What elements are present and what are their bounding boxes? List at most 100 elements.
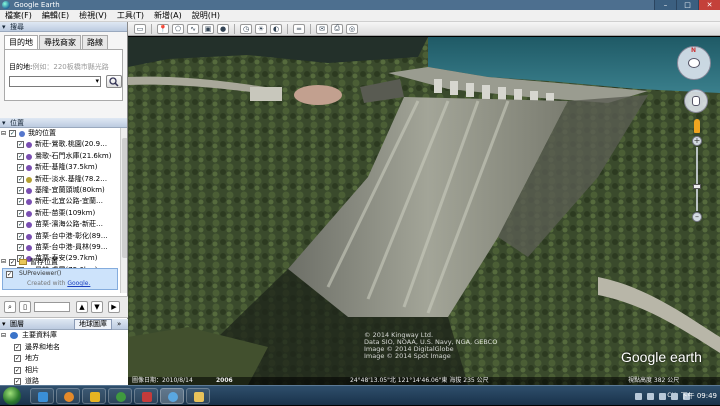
polygon-icon[interactable]: ⬠ bbox=[172, 23, 184, 34]
place-checkbox[interactable]: ✓ bbox=[17, 243, 24, 251]
taskbar-firefox-icon[interactable] bbox=[56, 388, 80, 404]
place-checkbox[interactable]: ✓ bbox=[17, 152, 24, 160]
zoom-track[interactable] bbox=[696, 147, 698, 211]
ruler-icon[interactable]: ═ bbox=[293, 23, 305, 34]
place-item[interactable]: ✓ 苗栗-台中港-員林(99… bbox=[0, 242, 120, 253]
move-control[interactable] bbox=[684, 89, 708, 113]
sunlight-icon[interactable]: ☀ bbox=[255, 23, 267, 34]
layers-tab[interactable]: 圖層 bbox=[10, 319, 24, 330]
taskbar-app-icon[interactable] bbox=[134, 388, 158, 404]
layer-checkbox[interactable]: ✓ bbox=[14, 355, 21, 362]
layer-item[interactable]: ✓ 相片 bbox=[0, 365, 128, 377]
close-button[interactable]: ✕ bbox=[698, 0, 720, 10]
move-down-icon[interactable]: ▼ bbox=[91, 301, 103, 313]
layer-item[interactable]: ✓ 地方 bbox=[0, 353, 128, 365]
historical-imagery-icon[interactable]: ◷ bbox=[240, 23, 252, 34]
email-icon[interactable]: ✉ bbox=[316, 23, 328, 34]
historical-year[interactable]: 2006 bbox=[216, 377, 233, 385]
place-item[interactable]: ✓ 新莊-淡水.基隆(78.2… bbox=[0, 174, 120, 185]
place-item[interactable]: ✓ 新莊-鶯歌.桃園(20.9… bbox=[0, 139, 120, 150]
system-clock[interactable]: 下午 09:49 bbox=[681, 386, 717, 406]
planets-icon[interactable]: ◐ bbox=[270, 23, 282, 34]
image-overlay-icon[interactable]: ▣ bbox=[202, 23, 214, 34]
zoom-out-button[interactable]: – bbox=[692, 212, 702, 222]
place-checkbox[interactable]: ✓ bbox=[17, 232, 24, 240]
north-indicator-icon[interactable]: N bbox=[691, 47, 696, 54]
my-places-root[interactable]: ⊟ ✓ 我的位置 bbox=[0, 128, 120, 139]
path-icon[interactable]: ∿ bbox=[187, 23, 199, 34]
layer-item[interactable]: ⊟ 主要資料庫 bbox=[0, 330, 128, 342]
menu-add[interactable]: 新增(A) bbox=[149, 10, 187, 22]
zoom-knob[interactable] bbox=[693, 184, 701, 189]
layer-checkbox[interactable]: ✓ bbox=[14, 343, 21, 351]
start-button[interactable] bbox=[3, 387, 21, 405]
place-checkbox[interactable]: ✓ bbox=[17, 175, 24, 183]
temp-places-checkbox[interactable]: ✓ bbox=[9, 259, 16, 266]
taskbar-chrome-icon[interactable] bbox=[108, 388, 132, 404]
layers-header[interactable]: ▾ 圖層 地球圖庫 » bbox=[0, 319, 128, 330]
record-tour-icon[interactable]: ● bbox=[217, 23, 229, 34]
place-checkbox[interactable]: ✓ bbox=[17, 209, 24, 217]
menu-tools[interactable]: 工具(T) bbox=[112, 10, 149, 22]
taskbar-google-earth-icon[interactable] bbox=[160, 388, 184, 404]
taskbar-ie-icon[interactable] bbox=[30, 388, 54, 404]
tray-icon[interactable] bbox=[647, 392, 654, 400]
menu-help[interactable]: 說明(H) bbox=[187, 10, 225, 22]
place-item[interactable]: ✓ 新莊-基隆(37.5km) bbox=[0, 162, 120, 173]
place-item[interactable]: ✓ 新莊-北宜公路-宜蘭… bbox=[0, 196, 120, 207]
collapse-icon[interactable]: ⊟ bbox=[1, 330, 6, 342]
placemark-icon[interactable]: 📍 bbox=[157, 23, 169, 34]
move-up-icon[interactable]: ▲ bbox=[76, 301, 88, 313]
search-places-icon[interactable]: ⌕ bbox=[4, 301, 16, 313]
tray-icon[interactable] bbox=[659, 392, 666, 400]
place-checkbox[interactable]: ✓ bbox=[17, 186, 24, 194]
place-checkbox[interactable]: ✓ bbox=[17, 198, 24, 206]
zoom-slider[interactable]: + – bbox=[692, 136, 702, 224]
selected-place-checkbox[interactable]: ✓ bbox=[6, 271, 13, 278]
search-section-header[interactable]: 搜尋 bbox=[0, 22, 127, 32]
network-icon[interactable] bbox=[671, 392, 678, 400]
menu-edit[interactable]: 編輯(E) bbox=[37, 10, 74, 22]
minimize-button[interactable]: – bbox=[654, 0, 676, 10]
expand-icon[interactable]: » bbox=[117, 319, 121, 330]
tab-directions[interactable]: 路線 bbox=[82, 35, 108, 49]
tour-icon[interactable]: ▶ bbox=[108, 301, 120, 313]
places-scrollbar[interactable] bbox=[120, 128, 127, 293]
tab-destination[interactable]: 目的地 bbox=[4, 35, 38, 49]
place-item[interactable]: ✓ 苗栗-泰安(29.7km) bbox=[0, 253, 120, 264]
taskbar-media-icon[interactable] bbox=[82, 388, 106, 404]
places-filter-field[interactable] bbox=[34, 302, 70, 312]
place-item[interactable]: ✓ 苗栗-台中港-彰化(89… bbox=[0, 231, 120, 242]
google-maps-icon[interactable]: ◎ bbox=[346, 23, 358, 34]
layer-item[interactable]: ✓ 邊界和地名 bbox=[0, 342, 128, 354]
tab-find-business[interactable]: 尋找商家 bbox=[39, 35, 81, 49]
layer-checkbox[interactable]: ✓ bbox=[14, 366, 21, 374]
place-item[interactable]: ✓ 基隆-宜蘭頭城(80km) bbox=[0, 185, 120, 196]
search-input[interactable] bbox=[9, 76, 101, 87]
places-section-header[interactable]: 位置 bbox=[0, 118, 127, 128]
print-icon[interactable]: ⎙ bbox=[331, 23, 343, 34]
street-view-pegman-icon[interactable] bbox=[694, 119, 700, 133]
collapse-icon[interactable]: ⊟ bbox=[1, 257, 6, 267]
place-item[interactable]: ✓ 鶯歌-石門水庫(21.6km) bbox=[0, 151, 120, 162]
look-compass-control[interactable]: N bbox=[677, 46, 711, 80]
earth-gallery-button[interactable]: 地球圖庫 bbox=[74, 319, 112, 330]
my-places-checkbox[interactable]: ✓ bbox=[9, 130, 16, 137]
collapse-icon[interactable]: ⊟ bbox=[1, 128, 6, 139]
search-button[interactable] bbox=[106, 75, 122, 88]
menu-file[interactable]: 檔案(F) bbox=[0, 10, 37, 22]
sidebar-toggle-icon[interactable]: ▭ bbox=[134, 23, 146, 34]
place-checkbox[interactable]: ✓ bbox=[17, 164, 24, 172]
taskbar-folder-icon[interactable] bbox=[186, 388, 210, 404]
sidebar-view-icon[interactable]: ▯ bbox=[19, 301, 31, 313]
layer-checkbox[interactable]: ✓ bbox=[14, 378, 21, 385]
selected-place-item[interactable]: ✓ SUPreviewer() Created with Google. bbox=[2, 268, 118, 290]
place-checkbox[interactable]: ✓ bbox=[17, 141, 24, 149]
place-item[interactable]: ✓ 新莊-苗栗(109km) bbox=[0, 208, 120, 219]
place-item[interactable]: ✓ 苗栗-濱海公路-新莊… bbox=[0, 219, 120, 230]
earth-3d-view[interactable]: © 2014 Kingway Ltd. Data SIO, NOAA, U.S.… bbox=[128, 37, 720, 385]
menu-view[interactable]: 檢視(V) bbox=[74, 10, 112, 22]
tray-icon[interactable] bbox=[635, 392, 642, 400]
created-with-link[interactable]: Google. bbox=[67, 280, 90, 287]
place-checkbox[interactable]: ✓ bbox=[17, 221, 24, 229]
